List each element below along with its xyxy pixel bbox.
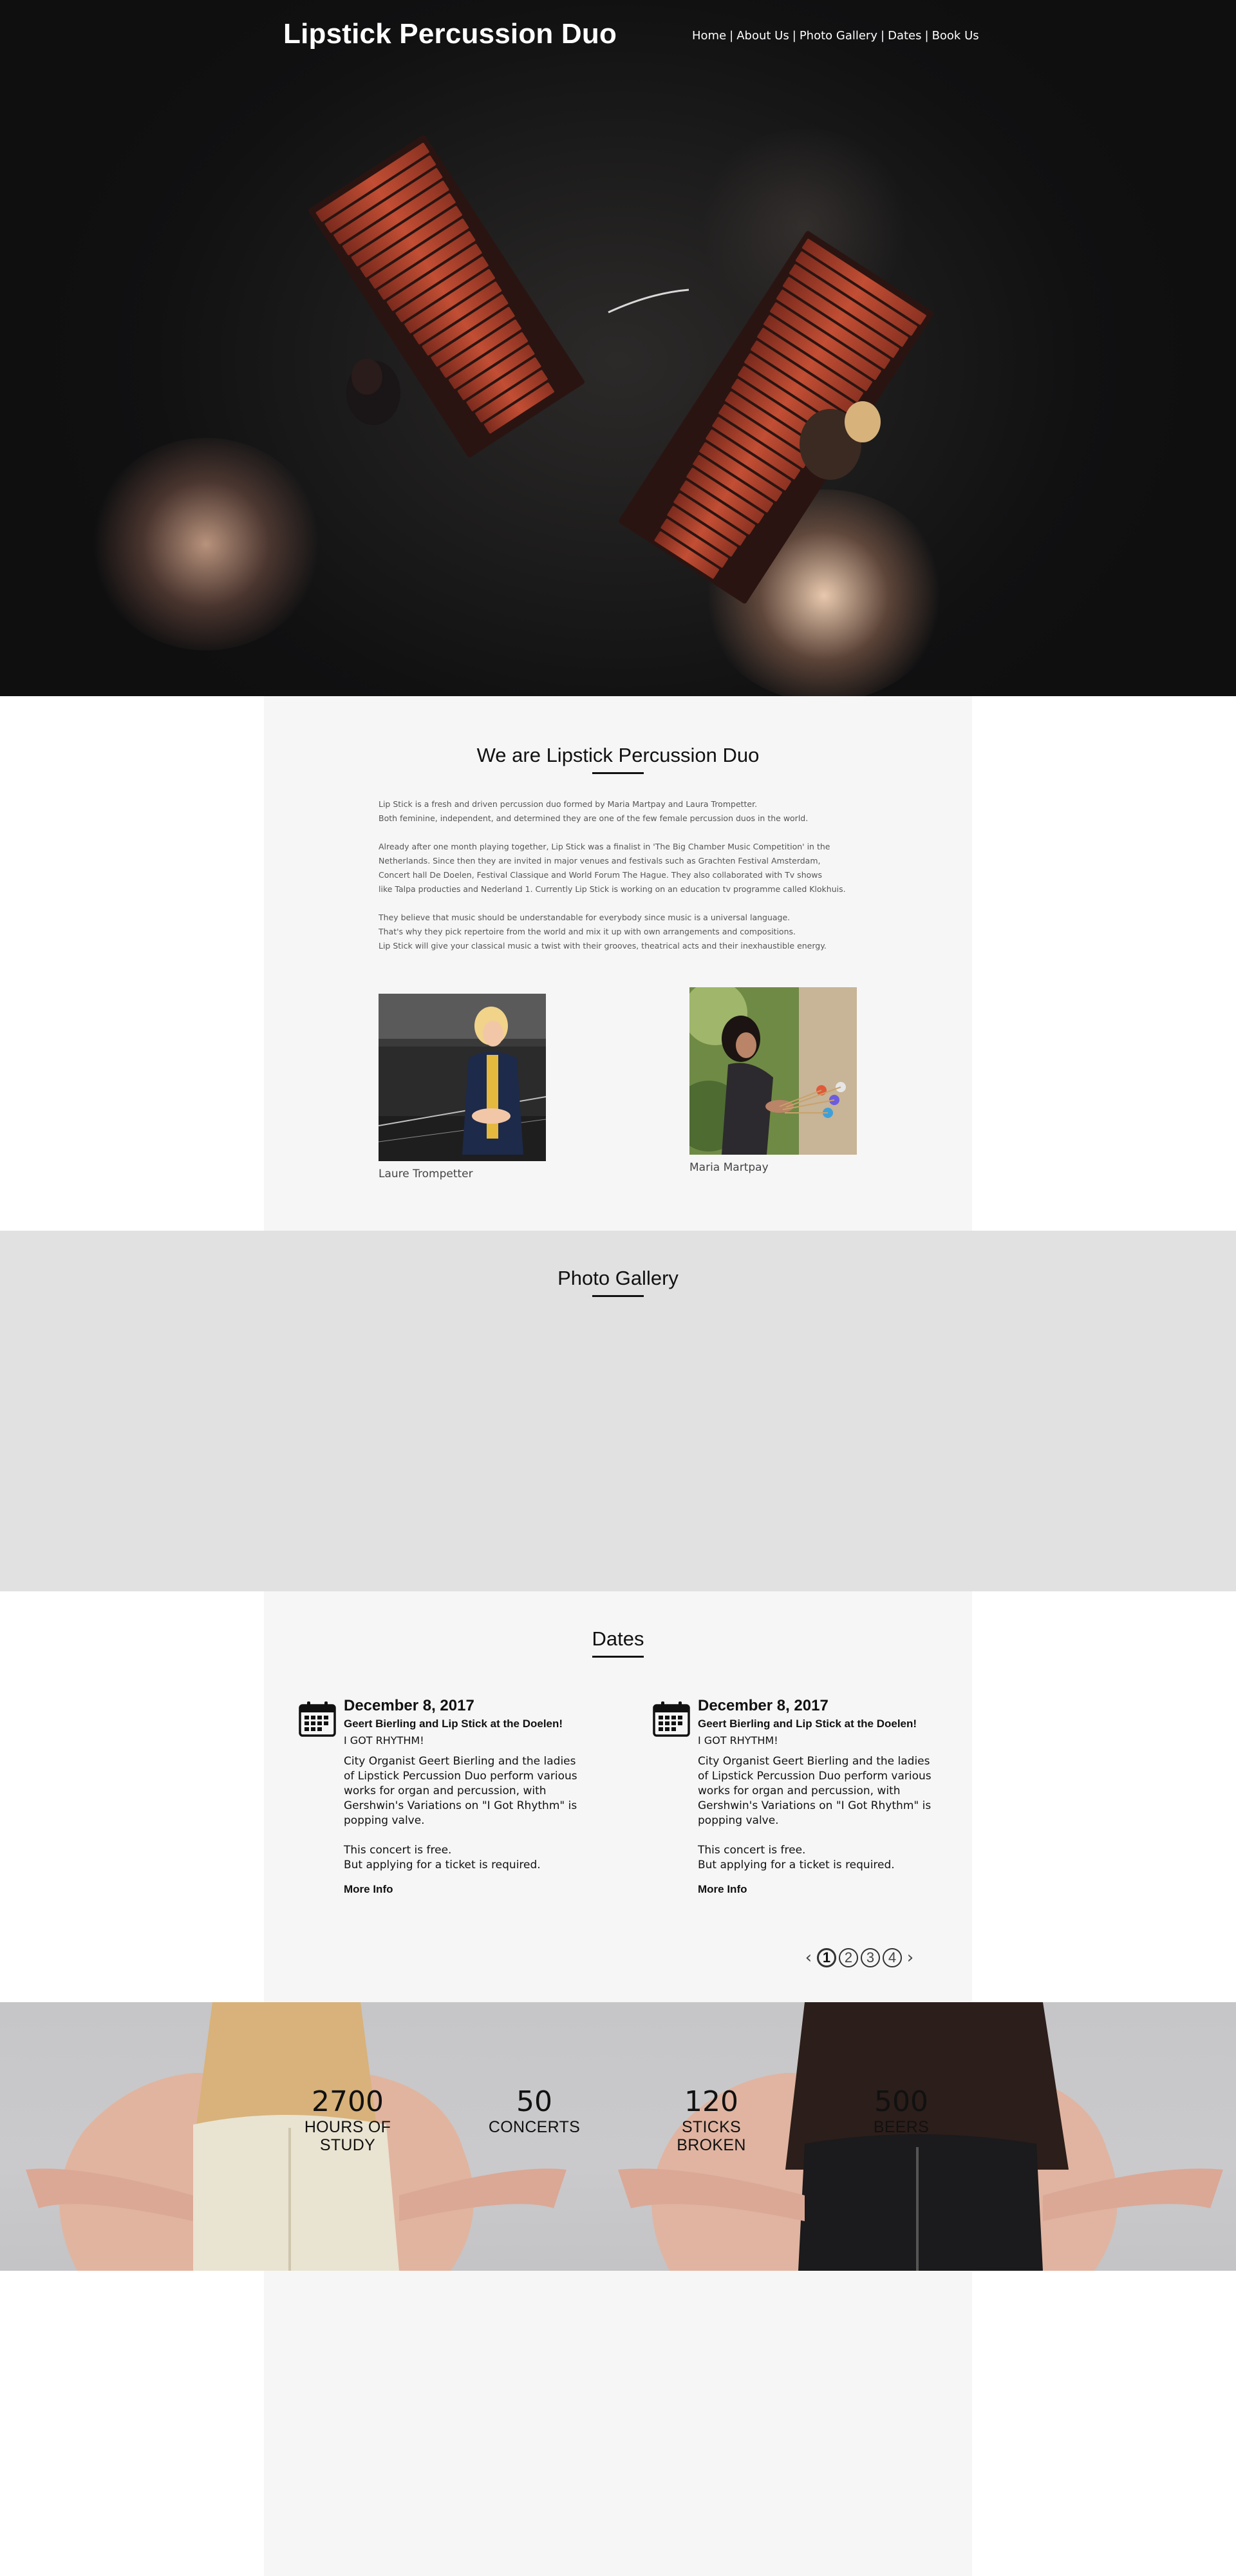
page-button-3[interactable]: 3 [861, 1948, 880, 1967]
stat-sticks-broken: 120 STICKS BROKEN [650, 2085, 772, 2155]
calendar-icon [299, 1701, 336, 1737]
nav-separator: | [729, 29, 734, 43]
about-paragraph: Lip Stick is a fresh and driven percussi… [379, 799, 809, 823]
title-underline [592, 1295, 644, 1297]
nav-about-us[interactable]: About Us [736, 29, 789, 43]
nav-photo-gallery[interactable]: Photo Gallery [800, 29, 877, 43]
event-title: Geert Bierling and Lip Stick at the Doel… [698, 1718, 917, 1730]
photo-gallery-section: Photo Gallery [0, 1231, 1236, 1591]
stat-concerts: 50 CONCERTS [486, 2085, 583, 2137]
about-title: We are Lipstick Percussion Duo [476, 744, 760, 766]
title-underline [592, 1656, 644, 1658]
stat-hours-of-study: 2700 HOURS OF STUDY [283, 2085, 412, 2155]
stat-label: CONCERTS [488, 2118, 581, 2136]
about-paragraph: They believe that music should be unders… [379, 913, 827, 951]
nav-separator: | [792, 29, 796, 43]
stat-value: 120 [684, 2085, 738, 2118]
stats-background-image [26, 2002, 1223, 2271]
event-title: Geert Bierling and Lip Stick at the Doel… [344, 1718, 563, 1730]
stat-label: BEERS [873, 2118, 930, 2136]
marimba-right [619, 231, 934, 604]
more-info-link[interactable]: More Info [344, 1883, 393, 1896]
event-description: City Organist Geert Bierling and the lad… [698, 1755, 932, 1871]
page-button-1[interactable]: 1 [817, 1948, 836, 1967]
chevron-left-icon[interactable]: ‹ [801, 1948, 816, 1967]
pagination: ‹ 1 2 3 4 › [801, 1948, 917, 1967]
stat-label: HOURS OF STUDY [304, 2118, 391, 2154]
dates-section: Dates December 8, 2017 Geert Bierling an… [264, 1591, 972, 2002]
about-text: Lip Stick is a fresh and driven percussi… [379, 797, 868, 967]
nav-separator: | [924, 29, 929, 43]
event-date: December 8, 2017 [344, 1697, 474, 1714]
stats-section: 2700 HOURS OF STUDY 50 CONCERTS 120 STIC… [0, 2002, 1236, 2271]
title-underline [592, 772, 644, 774]
stat-value: 50 [516, 2085, 552, 2118]
member-card-maria: Maria Martpay [673, 978, 860, 1174]
nav-book-us[interactable]: Book Us [932, 29, 979, 43]
page-button-2[interactable]: 2 [839, 1948, 858, 1967]
event-subtitle: I GOT RHYTHM! [344, 1734, 424, 1747]
light-reflection [608, 289, 689, 314]
nav-separator: | [881, 29, 885, 43]
marimba-frame [308, 135, 585, 458]
nav-dates[interactable]: Dates [888, 29, 921, 43]
footer-panel [264, 2271, 972, 2576]
calendar-icon [653, 1701, 690, 1737]
about-section: We are Lipstick Percussion Duo Lip Stick… [264, 696, 972, 1231]
site-title[interactable]: Lipstick Percussion Duo [283, 18, 617, 50]
stat-label: STICKS BROKEN [677, 2118, 746, 2154]
player-left-head [351, 359, 382, 395]
event-date: December 8, 2017 [698, 1697, 829, 1714]
gallery-title: Photo Gallery [557, 1267, 679, 1289]
event-description: City Organist Geert Bierling and the lad… [344, 1755, 577, 1871]
hero-banner: Lipstick Percussion Duo Home | About Us … [0, 0, 1236, 696]
more-info-link[interactable]: More Info [698, 1883, 747, 1896]
dates-title: Dates [592, 1627, 644, 1650]
nav-home[interactable]: Home [692, 29, 726, 43]
main-navigation: Home | About Us | Photo Gallery | Dates … [692, 29, 979, 43]
stat-beers: 500 BEERS [863, 2085, 940, 2137]
about-paragraph: Already after one month playing together… [379, 842, 846, 894]
stat-value: 500 [874, 2085, 928, 2118]
member-name: Maria Martpay [689, 1161, 769, 1174]
member-photo-maria [673, 978, 860, 1155]
event-subtitle: I GOT RHYTHM! [698, 1734, 778, 1747]
member-photo-laure [378, 994, 547, 1161]
player-right-hair [845, 401, 881, 442]
marimba-left [308, 135, 585, 458]
stat-value: 2700 [312, 2085, 384, 2118]
page-button-4[interactable]: 4 [883, 1948, 902, 1967]
chevron-right-icon[interactable]: › [903, 1948, 917, 1967]
member-card-laure: Laure Trompetter [378, 994, 547, 1180]
hero-marimba-illustration [308, 135, 934, 604]
member-name: Laure Trompetter [379, 1168, 473, 1180]
